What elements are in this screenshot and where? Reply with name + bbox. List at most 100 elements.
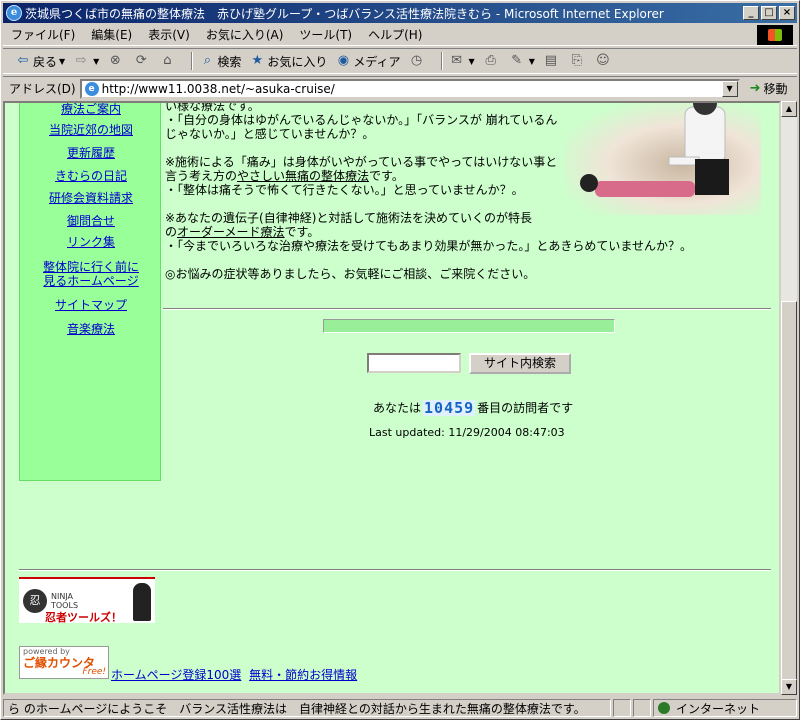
media-button[interactable]: ◉ メディア bbox=[335, 53, 401, 70]
forward-arrow-icon: ⇨ bbox=[75, 53, 87, 68]
zone-panel: インターネット bbox=[653, 699, 797, 717]
footer-links: ホームページ登録100選 無料・節約お得情報 bbox=[111, 666, 361, 683]
home-icon: ⌂ bbox=[163, 53, 172, 68]
status-bar: ら のホームページにようこそ バランス活性療法は 自律神経との対話から生まれた無… bbox=[3, 698, 797, 718]
visitor-suffix: 番目の訪問者です bbox=[477, 401, 574, 415]
free-saving-info-link[interactable]: 無料・節約お得情報 bbox=[249, 668, 357, 682]
menu-edit[interactable]: 編集(E) bbox=[83, 26, 140, 43]
close-button[interactable]: × bbox=[779, 6, 795, 20]
back-dropdown-icon[interactable]: ▼ bbox=[59, 57, 65, 66]
counter-service-badge[interactable]: powered by ご縁カウンタ Free! bbox=[19, 646, 109, 679]
stop-icon: ⊗ bbox=[109, 53, 121, 68]
research-icon: ⎘ bbox=[571, 53, 583, 68]
research-button[interactable]: ⎘ bbox=[569, 53, 587, 69]
text-line: 言う考え方のやさしい無痛の整体療法です。 bbox=[165, 169, 404, 183]
standard-toolbar: ⇦ 戻る ▼ ⇨ ▼ ⊗ ⟳ ⌂ ⌕ 検索 ★ お気に入り ◉ メディア ◷ ✉… bbox=[3, 48, 797, 74]
order-made-therapy-link[interactable]: オーダーメード療法 bbox=[177, 225, 285, 239]
go-button[interactable]: ➜ 移動 bbox=[750, 80, 788, 97]
maximize-button[interactable]: □ bbox=[761, 6, 777, 20]
divider bbox=[163, 308, 771, 310]
menu-favorites[interactable]: お気に入り(A) bbox=[198, 26, 292, 43]
scroll-up-button[interactable]: ▲ bbox=[781, 101, 797, 117]
page-viewport: 療法ご案内 当院近郊の地図 更新履歴 きむらの日記 研修会資料請求 御問合せ リ… bbox=[3, 101, 781, 695]
text-line: ・「自分の身体はゆがんでいるんじゃないか。」「バランスが 崩れているん bbox=[165, 113, 558, 127]
menu-help[interactable]: ヘルプ(H) bbox=[360, 26, 430, 43]
homepage-100-link[interactable]: ホームページ登録100選 bbox=[111, 668, 241, 682]
vertical-scrollbar[interactable]: ▲ ▼ bbox=[781, 101, 797, 695]
sidebar-item-links[interactable]: リンク集 bbox=[20, 235, 162, 249]
ie-logo-icon: e bbox=[6, 5, 22, 21]
mail-dropdown-icon[interactable]: ▼ bbox=[469, 57, 475, 66]
sidebar-item-before-visit-1[interactable]: 整体院に行く前に bbox=[20, 260, 162, 274]
painless-therapy-link[interactable]: やさしい無痛の整体療法 bbox=[237, 169, 369, 183]
counter-value: 10459 bbox=[423, 398, 476, 417]
window-title: 茨城県つくば市の無痛の整体療法 赤ひげ塾グループ・つばバランス活性療法院きむら … bbox=[25, 6, 664, 21]
zone-label: インターネット bbox=[676, 701, 761, 716]
media-icon: ◉ bbox=[337, 53, 350, 68]
refresh-button[interactable]: ⟳ bbox=[133, 53, 151, 69]
browser-window: e 茨城県つくば市の無痛の整体療法 赤ひげ塾グループ・つばバランス活性療法院きむ… bbox=[0, 0, 800, 720]
text-line: ※あなたの遺伝子(自律神経)と対話して施術法を決めていくのが特長 bbox=[165, 211, 533, 225]
banner-bar bbox=[323, 319, 615, 333]
site-search-button[interactable]: サイト内検索 bbox=[469, 353, 571, 374]
ninja-tools-text: 忍者ツールズ！ bbox=[45, 611, 122, 624]
text-line: じゃないか。」と感じていませんか？。 bbox=[165, 127, 375, 141]
address-bar: アドレス(D) e http://www11.0038.net/~asuka-c… bbox=[3, 76, 797, 100]
media-label: メディア bbox=[353, 54, 401, 69]
refresh-icon: ⟳ bbox=[135, 53, 147, 68]
scroll-down-button[interactable]: ▼ bbox=[781, 679, 797, 695]
text-line: ・「整体は痛そうで怖くて行きたくない。」と思っていませんか？。 bbox=[165, 183, 524, 197]
page-icon: e bbox=[84, 81, 99, 96]
forward-dropdown-icon[interactable]: ▼ bbox=[93, 57, 99, 66]
globe-icon bbox=[658, 702, 670, 714]
minimize-button[interactable]: _ bbox=[743, 6, 759, 20]
sidebar-item-guide[interactable]: 療法ご案内 bbox=[20, 103, 162, 116]
mail-button[interactable]: ✉ ▼ bbox=[449, 53, 475, 69]
menu-tools[interactable]: ツール(T) bbox=[291, 26, 360, 43]
visitor-prefix: あなたは bbox=[373, 401, 422, 415]
edit-button[interactable]: ✎ ▼ bbox=[509, 53, 535, 69]
sidebar-item-diary[interactable]: きむらの日記 bbox=[20, 169, 162, 183]
back-button[interactable]: ⇦ 戻る ▼ bbox=[15, 53, 66, 70]
sidebar-item-before-visit-2[interactable]: 見るホームページ bbox=[20, 274, 162, 288]
sidebar-item-music[interactable]: 音楽療法 bbox=[20, 322, 162, 336]
status-panel bbox=[613, 699, 631, 717]
search-button[interactable]: ⌕ 検索 bbox=[199, 53, 242, 70]
sidebar-item-contact[interactable]: 御問合せ bbox=[20, 214, 162, 228]
text-line: ・「今までいろいろな治療や療法を受けてもあまり効果が無かった。」とあきらめていま… bbox=[165, 239, 693, 253]
visitor-counter: あなたは 10459 番目の訪問者です bbox=[373, 399, 573, 416]
favorites-icon: ★ bbox=[251, 53, 264, 68]
address-url[interactable]: http://www11.0038.net/~asuka-cruise/ bbox=[102, 82, 335, 96]
favorites-button[interactable]: ★ お気に入り bbox=[249, 53, 328, 70]
edit-dropdown-icon[interactable]: ▼ bbox=[529, 57, 535, 66]
site-search-input[interactable] bbox=[367, 353, 461, 373]
discuss-button[interactable]: ▤ bbox=[543, 53, 561, 69]
back-label: 戻る bbox=[33, 54, 58, 69]
print-button[interactable]: ⎙ bbox=[483, 53, 501, 69]
menu-bar: ファイル(F) 編集(E) 表示(V) お気に入り(A) ツール(T) ヘルプ(… bbox=[3, 24, 797, 46]
messenger-button[interactable]: ☺ bbox=[595, 53, 613, 69]
sidebar-item-map[interactable]: 当院近郊の地図 bbox=[20, 123, 162, 137]
sidebar-item-sitemap[interactable]: サイトマップ bbox=[20, 298, 162, 312]
address-field[interactable]: e http://www11.0038.net/~asuka-cruise/ ▼ bbox=[79, 78, 740, 99]
windows-logo-icon bbox=[757, 25, 793, 45]
title-bar: e 茨城県つくば市の無痛の整体療法 赤ひげ塾グループ・つばバランス活性療法院きむ… bbox=[3, 3, 797, 23]
intro-text: い様な療法です。 ・「自分の身体はゆがんでいるんじゃないか。」「バランスが 崩れ… bbox=[165, 101, 693, 281]
stop-button[interactable]: ⊗ bbox=[107, 53, 125, 69]
sidebar-item-seminar[interactable]: 研修会資料請求 bbox=[20, 191, 162, 205]
ninja-tools-banner[interactable]: 忍 NINJA TOOLS 忍者ツールズ！ bbox=[19, 577, 155, 624]
forward-button[interactable]: ⇨ ▼ bbox=[73, 53, 100, 69]
text-line: い様な療法です。 bbox=[165, 101, 260, 113]
scroll-thumb[interactable] bbox=[781, 301, 797, 681]
home-button[interactable]: ⌂ bbox=[159, 53, 177, 69]
sidebar-item-history[interactable]: 更新履歴 bbox=[20, 146, 162, 160]
history-button[interactable]: ◷ bbox=[409, 53, 427, 69]
toolbar-separator bbox=[440, 52, 443, 70]
address-dropdown-icon[interactable]: ▼ bbox=[721, 80, 738, 97]
text-line: ※施術による「痛み」は身体がいやがっている事でやってはいけない事と bbox=[165, 155, 558, 169]
go-arrow-icon: ➜ bbox=[749, 81, 761, 96]
menu-file[interactable]: ファイル(F) bbox=[3, 26, 83, 43]
menu-view[interactable]: 表示(V) bbox=[140, 26, 198, 43]
back-arrow-icon: ⇦ bbox=[17, 53, 29, 68]
mail-icon: ✉ bbox=[451, 53, 462, 68]
